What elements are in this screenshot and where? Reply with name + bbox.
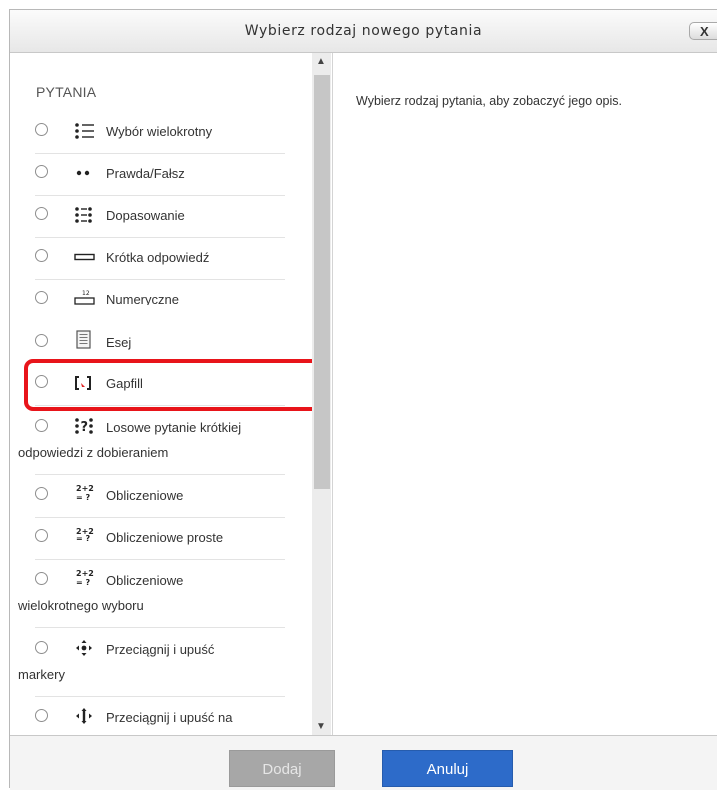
description-panel: Wybierz rodzaj pytania, aby zobaczyć jeg… [332, 53, 717, 735]
scroll-down-icon[interactable]: ▼ [316, 721, 326, 732]
divider [35, 474, 285, 475]
list-item-label: Dopasowanie [106, 208, 185, 223]
list-item-label: Obliczeniowe proste [106, 530, 224, 545]
question-chooser-dialog: Wybierz rodzaj nowego pytania X PYTANIA … [9, 9, 717, 790]
divider [35, 627, 285, 628]
svg-text:2+2: 2+2 [76, 569, 94, 578]
svg-text:12: 12 [82, 290, 90, 297]
list-item-label: Losowe pytanie krótkiej [106, 420, 242, 435]
list-item-label: Krótka odpowiedź [106, 250, 210, 265]
svg-text:2+2: 2+2 [76, 484, 94, 493]
radio-button[interactable] [35, 165, 48, 178]
multichoice-icon [74, 122, 96, 140]
cancel-button[interactable]: Anuluj [382, 750, 513, 787]
radio-button[interactable] [35, 249, 48, 262]
list-item-label: Obliczeniowe [106, 573, 184, 588]
radio-button[interactable] [35, 529, 48, 542]
divider [35, 153, 285, 154]
numerical-icon: 12 [74, 288, 96, 306]
radio-button[interactable] [35, 709, 48, 722]
radio-button[interactable] [35, 419, 48, 432]
scroll-up-icon[interactable]: ▲ [316, 56, 326, 67]
list-item-label: Przeciągnij i upuść [106, 642, 215, 657]
ddimageortext-icon [74, 707, 96, 725]
close-button[interactable]: X [689, 22, 717, 40]
calculated-icon: 2+2 = ? [74, 483, 96, 502]
shortanswer-icon [74, 248, 96, 266]
svg-text:?: ? [81, 420, 89, 435]
essay-icon [74, 330, 96, 349]
svg-text:= ?: = ? [76, 493, 90, 502]
divider [35, 559, 285, 560]
radio-button[interactable] [35, 334, 48, 347]
dialog-title: Wybierz rodzaj nowego pytania [244, 23, 483, 39]
divider [35, 279, 285, 280]
divider [35, 237, 285, 238]
highlight-annotation [24, 359, 327, 411]
radio-button[interactable] [35, 123, 48, 136]
section-label: PYTANIA [36, 84, 97, 100]
list-item-label: Obliczeniowe [106, 488, 184, 503]
divider [35, 696, 285, 697]
dialog-footer: Dodaj Anuluj [10, 735, 717, 790]
radio-button[interactable] [35, 641, 48, 654]
calculatedsimple-icon: 2+2 = ? [74, 525, 96, 543]
truefalse-icon [74, 164, 96, 182]
randomsamatch-icon: ? [74, 417, 96, 435]
list-item-label-continued: odpowiedzi z dobieraniem [18, 445, 169, 460]
svg-text:= ?: = ? [76, 578, 90, 587]
radio-button[interactable] [35, 291, 48, 304]
list-item-label-continued: markery [18, 667, 65, 682]
dialog-titlebar: Wybierz rodzaj nowego pytania X [10, 10, 717, 53]
radio-button[interactable] [35, 207, 48, 220]
list-item-label: Przeciągnij i upuść na [106, 710, 233, 725]
list-item-label: Esej [106, 335, 132, 350]
calculatedmulti-icon: 2+2 = ? [74, 568, 96, 587]
description-text: Wybierz rodzaj pytania, aby zobaczyć jeg… [356, 94, 622, 108]
list-item-label: Wybór wielokrotny [106, 124, 213, 139]
list-item-label-continued: wielokrotnego wyboru [18, 598, 144, 613]
svg-text:= ?: = ? [76, 534, 90, 543]
ddmarker-icon [74, 639, 96, 657]
radio-button[interactable] [35, 487, 48, 500]
radio-button[interactable] [35, 572, 48, 585]
question-type-list[interactable]: PYTANIA Wybór wielokrotny Prawda/Fałsz D… [10, 53, 333, 735]
match-icon [74, 206, 96, 224]
divider [35, 195, 285, 196]
list-item-label: Prawda/Fałsz [106, 166, 185, 181]
divider [35, 517, 285, 518]
scrollbar[interactable]: ▲ ▼ [312, 53, 331, 735]
add-button[interactable]: Dodaj [229, 750, 335, 787]
scrollbar-thumb[interactable] [314, 75, 330, 489]
